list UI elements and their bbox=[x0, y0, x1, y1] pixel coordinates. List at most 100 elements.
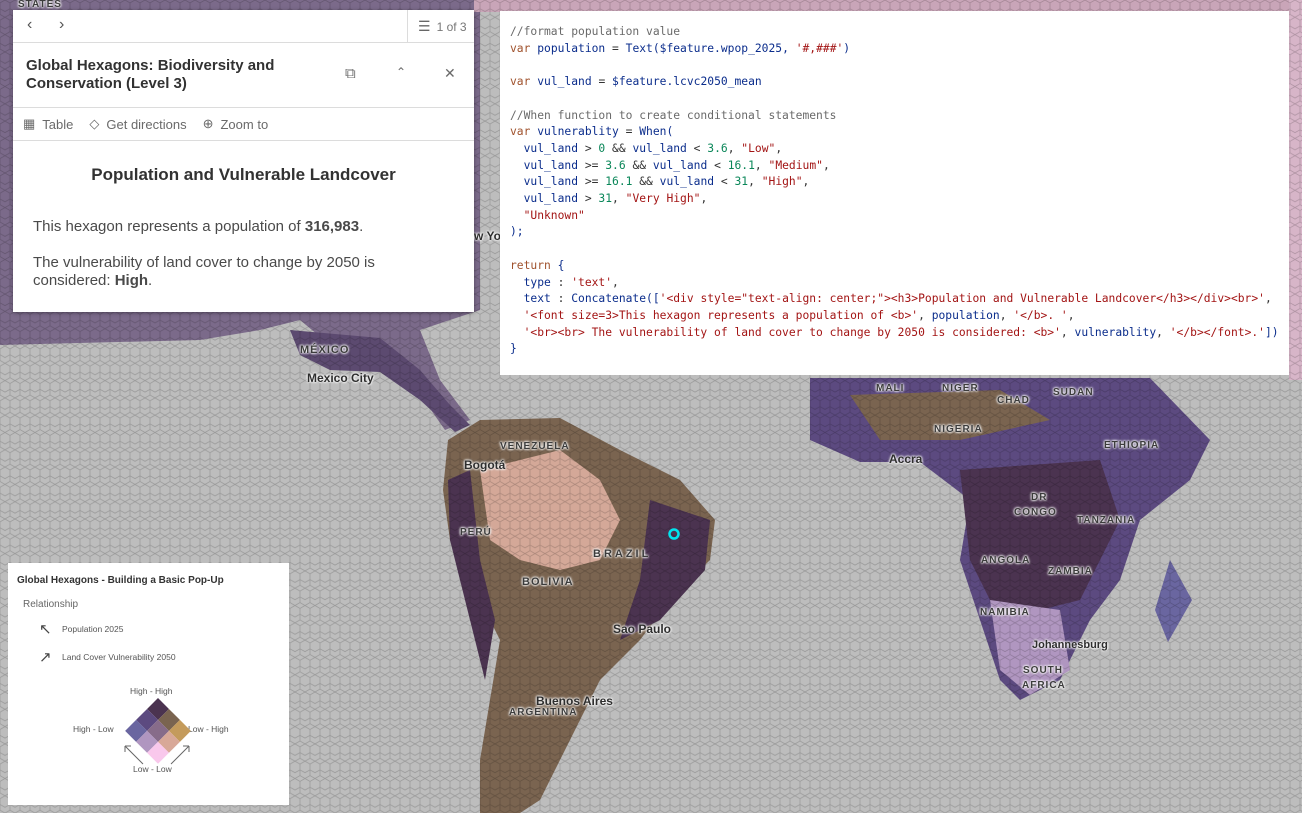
code-line: return { bbox=[510, 258, 1289, 275]
code-line: '<font size=3>This hexagon represents a … bbox=[510, 308, 1289, 325]
map-label: STATES bbox=[18, 0, 62, 10]
map-label: SOUTH bbox=[1023, 665, 1063, 676]
popup-actions: ▦ Table ◇ Get directions ⊕ Zoom to bbox=[13, 108, 474, 141]
code-token: 16.1 bbox=[605, 175, 633, 189]
code-token: , bbox=[1156, 325, 1170, 339]
code-token: text bbox=[510, 292, 551, 306]
arrow-up-left-icon bbox=[124, 745, 144, 765]
zoom-to-action[interactable]: ⊕ Zoom to bbox=[203, 116, 269, 132]
popup-content: Population and Vulnerable Landcover This… bbox=[13, 141, 474, 314]
code-token: , bbox=[1067, 308, 1075, 322]
map-label: w Yo bbox=[474, 229, 501, 243]
feature-list-button[interactable]: ☰ 1 of 3 bbox=[407, 10, 474, 43]
code-token: , bbox=[775, 141, 783, 155]
legend-title: Global Hexagons - Building a Basic Pop-U… bbox=[17, 575, 224, 586]
code-token: '<font size=3>This hexagon represents a … bbox=[510, 308, 919, 322]
code-token: , bbox=[918, 308, 932, 322]
code-token: , bbox=[1060, 325, 1075, 339]
code-token: 16.1 bbox=[727, 158, 755, 172]
code-token: } bbox=[510, 342, 517, 356]
code-token: 31 bbox=[598, 192, 613, 206]
map-label: BRAZIL bbox=[593, 548, 652, 560]
text: The vulnerability of land cover to chang… bbox=[33, 254, 375, 289]
code-token: ) bbox=[843, 41, 851, 55]
map-label: Bogotá bbox=[464, 458, 506, 472]
text: This hexagon represents a population of bbox=[33, 218, 305, 235]
code-token: : bbox=[550, 292, 572, 306]
code-token: < bbox=[707, 158, 728, 172]
code-token: var bbox=[510, 75, 538, 89]
code-token: //When function to create conditional st… bbox=[510, 108, 837, 122]
code-token: { bbox=[557, 258, 565, 272]
field-label: Population 2025 bbox=[62, 624, 124, 634]
code-line: } bbox=[510, 341, 1289, 358]
code-line: //When function to create conditional st… bbox=[510, 108, 1289, 125]
code-token: var bbox=[510, 125, 538, 139]
map-label: NIGER bbox=[942, 383, 979, 394]
map-label: CHAD bbox=[997, 395, 1030, 406]
map-label: TANZANIA bbox=[1077, 515, 1136, 526]
code-line: var vul_land = $feature.lcvc2050_mean bbox=[510, 74, 1289, 91]
code-token: vul_land bbox=[510, 192, 579, 206]
code-line: vul_land > 0 && vul_land < 3.6, "Low", bbox=[510, 141, 1289, 158]
get-directions-action[interactable]: ◇ Get directions bbox=[89, 116, 186, 132]
code-token: vul_land bbox=[632, 141, 687, 155]
code-token: vulnerablity bbox=[537, 125, 619, 139]
feature-popup: ‹ › ☰ 1 of 3 Global Hexagons: Biodiversi… bbox=[13, 10, 474, 312]
action-label: Get directions bbox=[106, 116, 187, 132]
map-label: MÉXICO bbox=[300, 344, 350, 356]
action-label: Zoom to bbox=[220, 116, 269, 132]
dock-icon[interactable]: ⧉ bbox=[345, 65, 356, 82]
close-icon[interactable]: ✕ bbox=[444, 65, 456, 82]
code-token: vul_land bbox=[510, 175, 579, 189]
table-action[interactable]: ▦ Table bbox=[23, 116, 73, 132]
legend-panel: Global Hexagons - Building a Basic Pop-U… bbox=[8, 563, 289, 805]
code-token: , bbox=[754, 158, 769, 172]
code-line: //format population value bbox=[510, 24, 1289, 41]
map-label: CONGO bbox=[1014, 507, 1057, 518]
code-token: , bbox=[999, 308, 1014, 322]
vulnerability-text: The vulnerability of land cover to chang… bbox=[33, 254, 454, 290]
code-token: = bbox=[591, 75, 613, 89]
collapse-icon[interactable]: ⌃ bbox=[396, 65, 406, 79]
code-line: "Unknown" bbox=[510, 208, 1289, 225]
arcade-code-panel: //format population value var population … bbox=[500, 11, 1289, 375]
map-label: MALI bbox=[876, 383, 905, 394]
code-token: '</b>. ' bbox=[1013, 308, 1068, 322]
map-label: VENEZUELA bbox=[500, 441, 570, 452]
code-token: ); bbox=[510, 225, 524, 239]
directions-icon: ◇ bbox=[89, 116, 100, 131]
code-token: , bbox=[612, 275, 619, 289]
popup-header: Global Hexagons: Biodiversity and Conser… bbox=[13, 43, 474, 108]
code-line: type : 'text', bbox=[510, 275, 1289, 292]
map-label: NAMIBIA bbox=[980, 607, 1030, 618]
code-line: text : Concatenate(['<div style="text-al… bbox=[510, 291, 1289, 308]
previous-feature-button[interactable]: ‹ bbox=[27, 16, 32, 34]
code-line: vul_land >= 16.1 && vul_land < 31, "High… bbox=[510, 174, 1289, 191]
table-icon: ▦ bbox=[23, 116, 36, 131]
map-label: ANGOLA bbox=[981, 555, 1031, 566]
code-line: vul_land > 31, "Very High", bbox=[510, 191, 1289, 208]
code-token: "Very High" bbox=[625, 192, 701, 206]
next-feature-button[interactable]: › bbox=[59, 16, 64, 34]
map-label: NIGERIA bbox=[934, 424, 983, 435]
arrow-up-right-icon bbox=[170, 745, 190, 765]
code-token: vul_land bbox=[537, 75, 592, 89]
legend-field-2: ↗ Land Cover Vulnerability 2050 bbox=[39, 648, 280, 666]
code-token: type bbox=[510, 275, 551, 289]
code-line: vul_land >= 3.6 && vul_land < 16.1, "Med… bbox=[510, 158, 1289, 175]
code-token: , bbox=[748, 175, 762, 189]
code-token: , bbox=[822, 158, 830, 172]
code-token: > bbox=[578, 192, 599, 206]
popup-title: Global Hexagons: Biodiversity and Conser… bbox=[26, 57, 275, 92]
text: . bbox=[359, 218, 364, 235]
arrow-up-right-icon: ↗ bbox=[39, 649, 52, 666]
bivariate-legend-grid bbox=[124, 698, 191, 765]
code-token: vul_land bbox=[659, 175, 715, 189]
code-token: , bbox=[700, 192, 708, 206]
code-token: , bbox=[802, 175, 810, 189]
code-line: '<br><br> The vulnerability of land cove… bbox=[510, 325, 1289, 342]
code-token: : bbox=[550, 275, 572, 289]
